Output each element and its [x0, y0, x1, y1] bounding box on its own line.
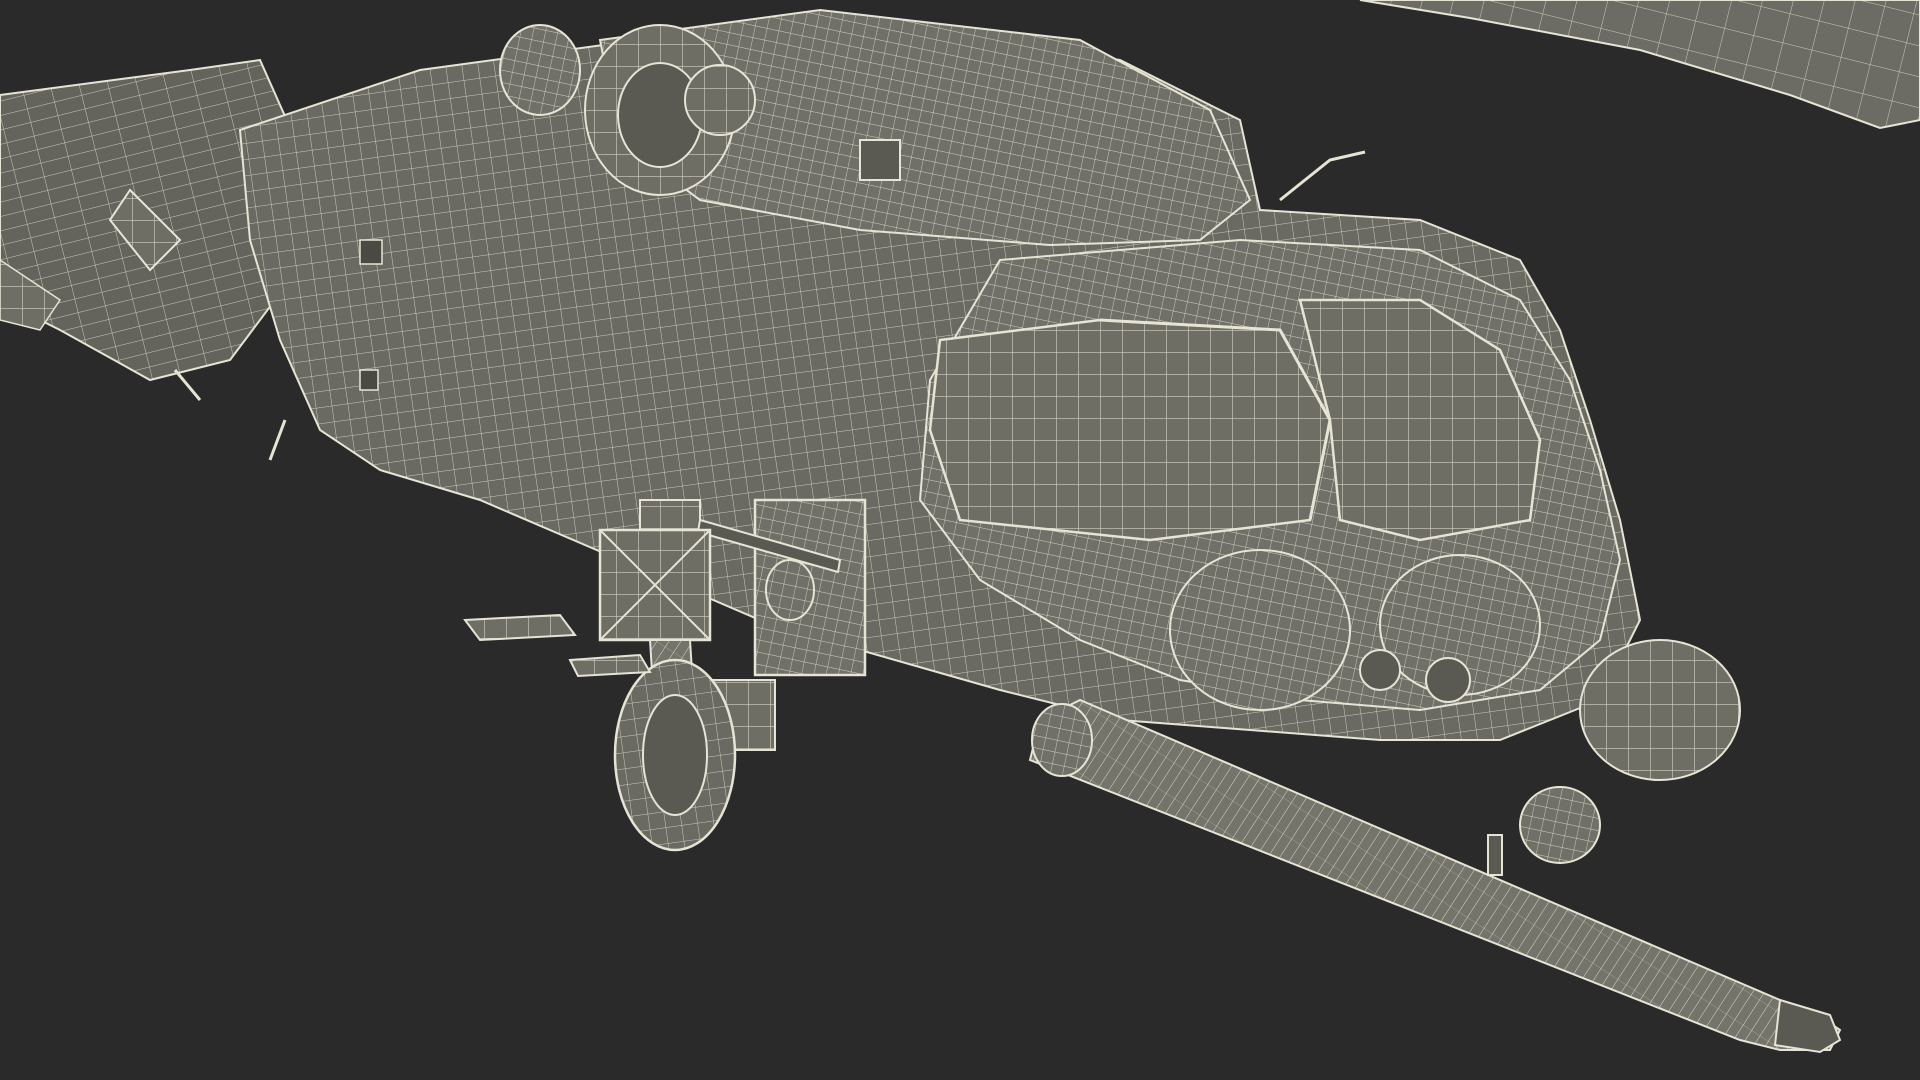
landing-wheel [613, 658, 737, 852]
render-viewport [0, 0, 1920, 1080]
rotor-blade [1359, 0, 1920, 130]
helicopter-wireframe-render [0, 0, 1920, 1054]
